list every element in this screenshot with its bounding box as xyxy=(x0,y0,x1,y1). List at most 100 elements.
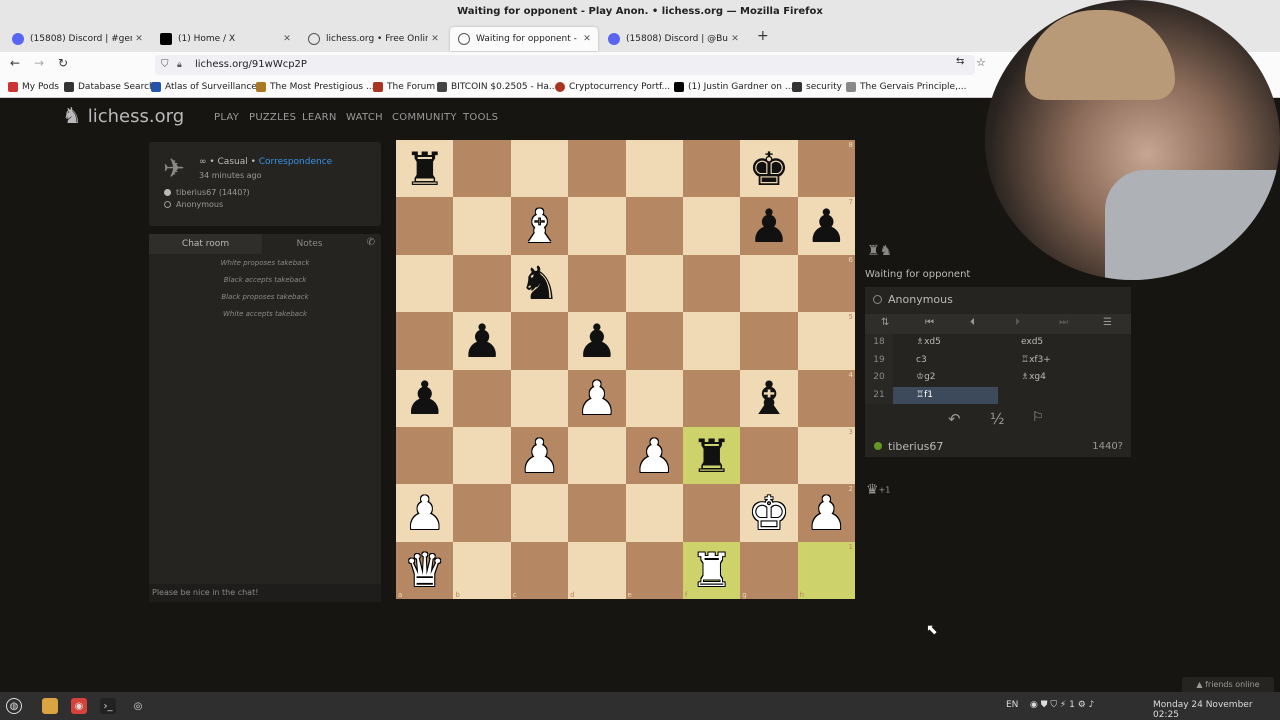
square-c8[interactable] xyxy=(510,140,569,198)
white-pawn-piece[interactable]: ♟ xyxy=(404,490,445,536)
square-a5[interactable] xyxy=(396,312,454,370)
square-e4[interactable] xyxy=(625,369,683,427)
bookmark-item[interactable]: Cryptocurrency Portf... xyxy=(555,82,670,92)
prev-move-button[interactable]: ⏴ xyxy=(970,317,975,328)
square-g1[interactable]: g xyxy=(740,541,798,599)
tab-discord-general[interactable]: (15808) Discord | #gene ✕ xyxy=(4,27,150,51)
square-d7[interactable] xyxy=(568,197,626,255)
square-f1[interactable]: ♜ f xyxy=(682,541,741,599)
square-g2[interactable]: ♚ xyxy=(740,484,798,542)
square-e2[interactable] xyxy=(625,484,683,542)
bookmark-item[interactable]: The Most Prestigious ... xyxy=(256,82,375,92)
flip-board-icon[interactable]: ⇅ xyxy=(881,317,889,328)
firefox-icon[interactable]: ◉ xyxy=(71,698,87,714)
square-c7[interactable]: ♝ xyxy=(510,197,569,255)
chat-input[interactable]: Please be nice in the chat! xyxy=(149,584,381,602)
friends-online-button[interactable]: ▲ friends online xyxy=(1182,677,1274,692)
white-pawn-piece[interactable]: ♟ xyxy=(634,433,675,479)
white-pawn-piece[interactable]: ♟ xyxy=(576,375,617,421)
square-c6[interactable]: ♞ xyxy=(510,254,569,313)
black-king-piece[interactable]: ♚ xyxy=(748,146,789,192)
obs-icon[interactable]: ◎ xyxy=(130,698,146,714)
square-b4[interactable] xyxy=(453,369,511,427)
square-d3[interactable] xyxy=(568,426,626,485)
close-icon[interactable]: ✕ xyxy=(280,34,294,44)
square-b8[interactable] xyxy=(453,140,511,198)
white-queen-piece[interactable]: ♛ xyxy=(404,547,445,593)
chess-board[interactable]: ♜ ♚ 8 ♝ ♟ ♟ 7 ♞ 6 ♟ ♟ 5 ♟ ♟ ♝ 4 ♟ ♟ ♜ 3 ♟ ♚ ♟ 2 ♛ a b c d e ♜ f g 1 h xyxy=(396,140,855,599)
first-move-button[interactable]: ⏮ xyxy=(925,317,934,328)
square-e5[interactable] xyxy=(625,312,683,370)
square-a2[interactable]: ♟ xyxy=(396,484,454,542)
site-logo[interactable]: ♞ lichess.org xyxy=(62,104,184,129)
nav-puzzles[interactable]: PUZZLES xyxy=(249,112,296,123)
square-f5[interactable] xyxy=(682,312,741,370)
white-pawn-piece[interactable]: ♟ xyxy=(806,490,847,536)
square-c4[interactable] xyxy=(510,369,569,427)
square-f3[interactable]: ♜ xyxy=(682,426,741,485)
square-d4[interactable]: ♟ xyxy=(568,369,626,427)
square-f4[interactable] xyxy=(682,369,741,427)
bookmark-star-icon[interactable]: ☆ xyxy=(976,56,986,69)
tab-discord-dm[interactable]: (15808) Discord | @BucketO ✕ xyxy=(600,27,746,51)
close-icon[interactable]: ✕ xyxy=(428,34,442,44)
square-f2[interactable] xyxy=(682,484,741,542)
square-g4[interactable]: ♝ xyxy=(740,369,798,427)
player-name[interactable]: tiberius67 xyxy=(888,440,943,453)
nav-community[interactable]: COMMUNITY xyxy=(392,112,457,123)
offer-draw-button[interactable]: ½ xyxy=(990,410,1005,428)
square-h5[interactable]: 5 xyxy=(797,312,855,370)
white-king-piece[interactable]: ♚ xyxy=(748,490,789,536)
square-h1[interactable]: 1h xyxy=(797,541,855,599)
square-g5[interactable] xyxy=(740,312,798,370)
square-b6[interactable] xyxy=(453,254,511,313)
close-icon[interactable]: ✕ xyxy=(580,34,594,44)
back-button[interactable]: ← xyxy=(10,56,20,70)
square-e3[interactable]: ♟ xyxy=(625,426,683,485)
bookmark-item[interactable]: BITCOIN $0.2505 - Ha... xyxy=(437,82,557,92)
square-h3[interactable]: 3 xyxy=(797,426,855,485)
square-f6[interactable] xyxy=(682,254,741,313)
move-black[interactable]: exd5 xyxy=(998,334,1103,352)
move-black[interactable]: ♖xf3+ xyxy=(998,352,1103,370)
black-knight-piece[interactable]: ♞ xyxy=(519,260,560,306)
move-black[interactable] xyxy=(998,387,1103,405)
square-a3[interactable] xyxy=(396,426,454,485)
square-a1[interactable]: ♛ a xyxy=(396,541,454,599)
bookmark-item[interactable]: The Gervais Principle,... xyxy=(846,82,967,92)
reload-button[interactable]: ↻ xyxy=(58,56,68,70)
square-b5[interactable]: ♟ xyxy=(453,312,511,370)
menu-icon[interactable]: ◍ xyxy=(6,698,22,714)
nav-watch[interactable]: WATCH xyxy=(346,112,383,123)
square-h2[interactable]: ♟ 2 xyxy=(797,484,855,542)
black-pawn-piece[interactable]: ♟ xyxy=(806,203,847,249)
tray-icons[interactable]: ◉ ⛊ ⛉ ⚡ 1 ⚙ ♪ xyxy=(1030,700,1094,710)
square-h4[interactable]: 4 xyxy=(797,369,855,427)
bookmark-item[interactable]: My Pods xyxy=(8,82,59,92)
square-a6[interactable] xyxy=(396,254,454,313)
square-a4[interactable]: ♟ xyxy=(396,369,454,427)
terminal-icon[interactable]: ›_ xyxy=(100,698,116,714)
square-g8[interactable]: ♚ xyxy=(740,140,798,198)
black-pawn-piece[interactable]: ♟ xyxy=(748,203,789,249)
black-pawn-piece[interactable]: ♟ xyxy=(461,318,502,364)
square-e1[interactable]: e xyxy=(625,541,683,599)
square-h6[interactable]: 6 xyxy=(797,254,855,313)
black-rook-piece[interactable]: ♜ xyxy=(691,433,732,479)
square-c5[interactable] xyxy=(510,312,569,370)
keyboard-layout[interactable]: EN xyxy=(1006,700,1018,710)
move-black[interactable]: ♗xg4 xyxy=(998,369,1103,387)
takeback-icon[interactable]: ↶ xyxy=(948,410,961,428)
correspondence-link[interactable]: Correspondence xyxy=(259,157,332,167)
last-move-button[interactable]: ⏭ xyxy=(1059,317,1068,328)
square-b7[interactable] xyxy=(453,197,511,255)
square-f7[interactable] xyxy=(682,197,741,255)
square-d6[interactable] xyxy=(568,254,626,313)
tab-x-home[interactable]: (1) Home / X ✕ xyxy=(152,27,298,51)
square-c1[interactable]: c xyxy=(510,541,569,599)
square-b3[interactable] xyxy=(453,426,511,485)
translate-icon[interactable]: ⇆ xyxy=(956,56,964,67)
square-h8[interactable]: 8 xyxy=(797,140,855,198)
tab-lichess-game[interactable]: Waiting for opponent - Play ✕ xyxy=(450,27,598,51)
tab-lichess-home[interactable]: lichess.org • Free Online Ch ✕ xyxy=(300,27,446,51)
